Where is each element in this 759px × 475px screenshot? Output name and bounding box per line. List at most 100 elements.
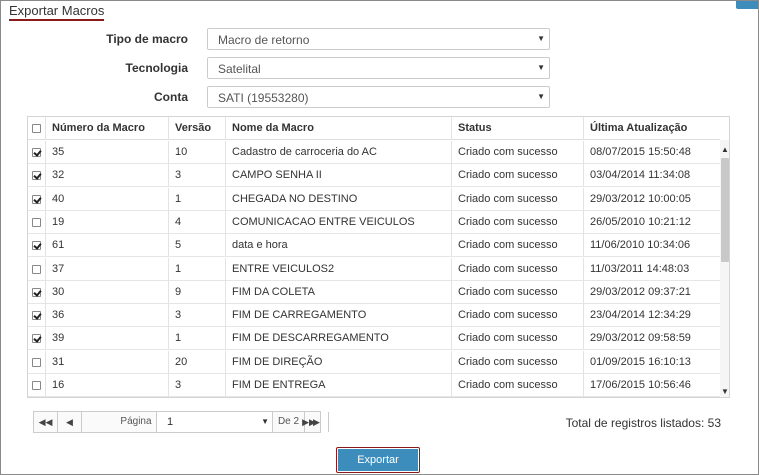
cell-versao: 20 <box>169 350 226 374</box>
cell-status: Criado com sucesso <box>452 234 584 258</box>
header-versao[interactable]: Versão <box>169 117 226 140</box>
row-select-cell <box>28 374 46 397</box>
table-row[interactable]: 16 3 FIM DE ENTREGA Criado com sucesso 17/06… <box>28 374 720 397</box>
row-checkbox[interactable] <box>32 264 41 274</box>
chevron-left-icon: ◀ <box>66 417 73 427</box>
select-all-checkbox[interactable] <box>32 124 41 133</box>
cell-data: 29/03/2012 10:00:05 <box>590 192 691 205</box>
cell-versao: 1 <box>169 187 226 211</box>
row-checkbox[interactable] <box>32 194 41 204</box>
cell-data: 17/06/2015 10:56:46 <box>590 379 691 391</box>
caret-down-icon: ▼ <box>537 63 545 72</box>
tipo-label: Tipo de macro <box>106 32 188 46</box>
conta-select[interactable]: SATI (19553280) ▼ <box>207 86 550 108</box>
row-checkbox[interactable] <box>32 357 41 367</box>
header-numero[interactable]: Número da Macro <box>46 117 169 140</box>
cell-numero: 30 <box>46 280 169 304</box>
cell-numero: 61 <box>46 234 169 258</box>
row-select-cell <box>28 350 46 374</box>
caret-down-icon: ▼ <box>261 417 269 426</box>
table-row[interactable]: 32 3 CAMPO SENHA II Criado com sucesso 03/04… <box>28 164 720 188</box>
pager: ◀◀ ◀ Página 1 ▼ De 2 ▶ <box>33 411 329 433</box>
row-select-cell <box>28 304 46 328</box>
tecnologia-label: Tecnologia <box>125 61 188 75</box>
row-checkbox[interactable] <box>32 287 41 297</box>
table-row[interactable]: 36 3 FIM DE CARREGAMENTO Criado com sucesso… <box>28 304 720 328</box>
cell-versao: 3 <box>169 304 226 328</box>
cell-data <box>584 397 720 398</box>
cell-numero: 39 <box>46 327 169 351</box>
row-select-cell <box>28 280 46 304</box>
export-macros-label: Exportar macros <box>338 449 418 471</box>
tipo-row: Tipo de macro Macro de retorno ▼ <box>1 28 759 50</box>
export-macros-button[interactable]: Exportar macros <box>336 447 420 473</box>
table-row[interactable]: 61 5 data e hora Criado com sucesso 11/06/20… <box>28 234 720 258</box>
table-row[interactable]: 19 4 COMUNICACAO ENTRE VEICULOS Criado com … <box>28 210 720 234</box>
cell-versao: 3 <box>169 164 226 188</box>
cell-numero: 37 <box>46 257 169 281</box>
cell-data: 29/03/2012 09:58:59 <box>590 332 691 345</box>
cell-status: Criado com sucesso <box>452 257 584 281</box>
row-checkbox[interactable] <box>32 311 41 321</box>
row-select-cell <box>28 141 46 164</box>
row-checkbox[interactable] <box>32 241 41 251</box>
cell-status: Criado com sucesso <box>452 187 584 211</box>
first-page-button[interactable]: ◀◀ <box>34 412 58 432</box>
double-chevron-left-icon: ◀◀ <box>38 417 53 427</box>
tecnologia-select[interactable]: Satelital ▼ <box>207 57 550 79</box>
cell-versao: 5 <box>169 234 226 258</box>
cell-data: 26/05/2010 10:21:12 <box>590 215 691 228</box>
caret-down-icon: ▼ <box>537 34 545 43</box>
cell-status: Criado com sucesso <box>452 374 584 397</box>
dialog-corner-button[interactable] <box>736 1 758 9</box>
caret-down-icon: ▼ <box>537 92 545 101</box>
cell-data: 01/09/2015 16:10:13 <box>590 355 691 368</box>
row-checkbox[interactable] <box>32 148 41 157</box>
cell-numero: 16 <box>46 374 169 397</box>
cell-numero: 32 <box>46 164 169 188</box>
row-select-cell <box>28 257 46 281</box>
grid-scrollbar[interactable]: ▲ ▼ <box>720 140 729 397</box>
cell-status: Criado com sucesso <box>452 304 584 328</box>
last-page-button[interactable]: ▶▶ <box>297 412 321 432</box>
cell-versao: 3 <box>169 374 226 397</box>
header-data[interactable]: Última Atualização <box>584 117 720 140</box>
cell-versao: 1 <box>169 327 226 351</box>
table-row[interactable]: 31 20 FIM DE DIREÇÃO Criado com sucesso 01/0… <box>28 350 720 374</box>
cell-data: 23/04/2014 12:34:29 <box>590 309 691 322</box>
tipo-select[interactable]: Macro de retorno ▼ <box>207 28 550 50</box>
cell-versao: 9 <box>169 280 226 304</box>
cell-status: Criado com sucesso <box>452 210 584 234</box>
header-status[interactable]: Status <box>452 117 584 140</box>
scroll-thumb[interactable] <box>721 158 729 262</box>
page-select[interactable]: 1 ▼ <box>156 412 273 432</box>
cell-numero: 40 <box>46 187 169 211</box>
cell-nome: COMUNICACAO ENTRE VEICULOS <box>226 210 452 234</box>
cell-data: 11/06/2010 10:34:06 <box>590 239 691 252</box>
table-row[interactable]: 39 1 FIM DE DESCARREGAMENTO Criado com suce… <box>28 327 720 351</box>
cell-nome: data e hora <box>226 234 452 258</box>
row-checkbox[interactable] <box>32 217 41 227</box>
cell-data: 11/03/2011 14:48:03 <box>590 262 690 275</box>
row-select-cell <box>28 327 46 351</box>
cell-numero: 36 <box>46 304 169 328</box>
row-checkbox[interactable] <box>32 171 41 181</box>
row-checkbox[interactable] <box>32 334 41 344</box>
cell-numero: 19 <box>46 210 169 234</box>
table-row[interactable]: 35 10 Cadastro de carroceria do AC Criado c… <box>28 141 720 164</box>
prev-page-button[interactable]: ◀ <box>58 412 82 432</box>
conta-select-value: SATI (19553280) <box>218 91 309 105</box>
cell-data: 08/07/2015 15:50:48 <box>590 146 691 158</box>
total-records: Total de registros listados: 53 <box>565 416 721 430</box>
header-nome[interactable]: Nome da Macro <box>226 117 452 140</box>
row-checkbox[interactable] <box>32 381 41 390</box>
table-row[interactable]: 30 9 FIM DA COLETA Criado com sucesso 29/03/… <box>28 280 720 304</box>
table-row[interactable] <box>28 397 720 398</box>
table-row[interactable]: 37 1 ENTRE VEICULOS2 Criado com sucesso 11/0… <box>28 257 720 281</box>
scroll-down-icon[interactable]: ▼ <box>720 386 729 397</box>
cell-numero: 35 <box>46 141 169 164</box>
scroll-up-icon[interactable]: ▲ <box>720 144 729 156</box>
cell-status: Criado com sucesso <box>452 164 584 188</box>
macros-grid: Número da Macro Versão Nome da Macro Sta… <box>27 116 730 398</box>
table-row[interactable]: 40 1 CHEGADA NO DESTINO Criado com sucesso 2… <box>28 187 720 211</box>
